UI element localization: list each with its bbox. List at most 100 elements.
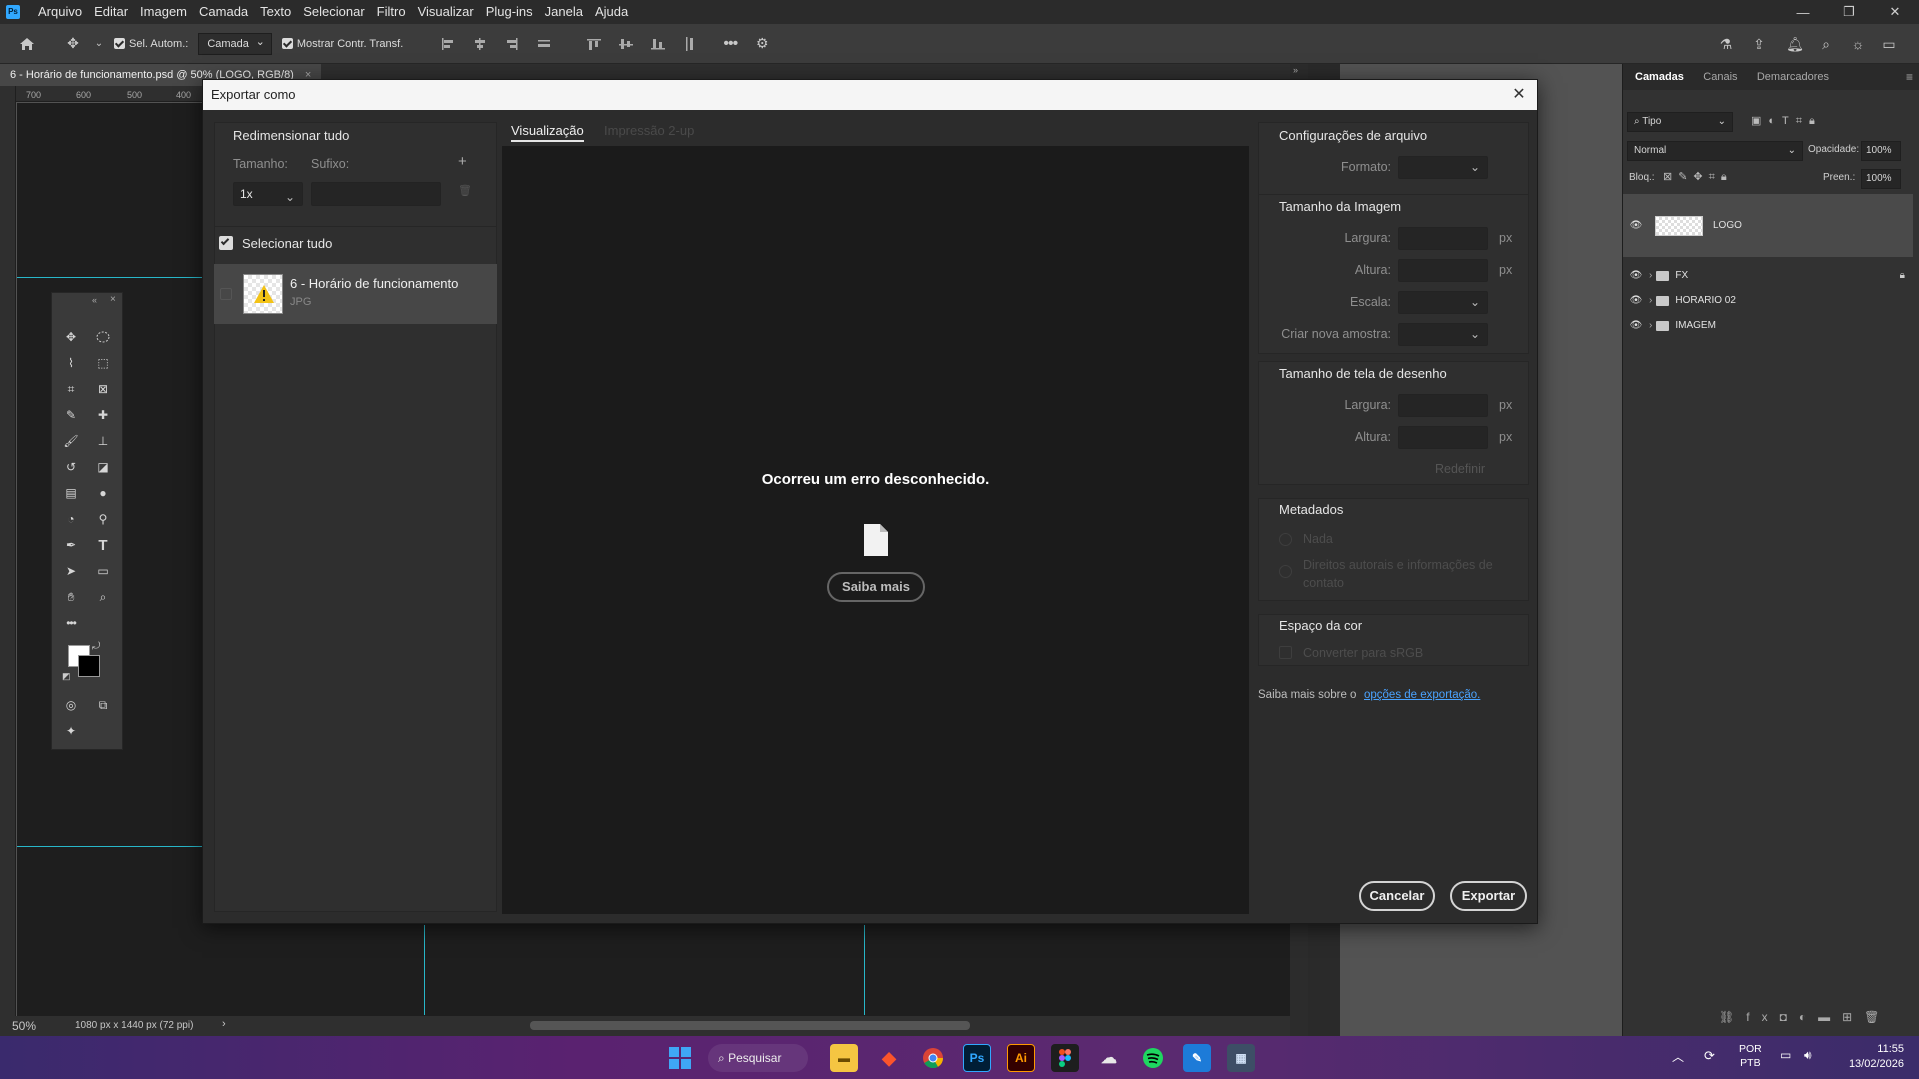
distribute-h-icon[interactable]: [533, 33, 555, 55]
menu-arquivo[interactable]: Arquivo: [32, 0, 88, 24]
healing-brush-icon[interactable]: ✚: [90, 403, 116, 427]
clock[interactable]: 11:55 13/02/2026: [1836, 1042, 1904, 1072]
brave-browser-icon[interactable]: ◆: [875, 1044, 903, 1072]
search-icon[interactable]: ⌕: [1815, 33, 1837, 55]
close-toolbar-icon[interactable]: ×: [110, 294, 116, 305]
blur-tool-icon[interactable]: ●: [90, 481, 116, 505]
canvas-height-input[interactable]: [1398, 426, 1488, 449]
reset-button[interactable]: Redefinir: [1435, 462, 1485, 476]
add-size-icon[interactable]: +: [458, 153, 467, 170]
zoom-tool-icon[interactable]: ⌕: [90, 585, 116, 609]
bell-icon[interactable]: 🔔︎: [1784, 33, 1806, 55]
layer-row[interactable]: 👁︎ › FX 🔒︎: [1623, 263, 1913, 288]
network-icon[interactable]: ▭: [1780, 1048, 1791, 1062]
canvas-width-input[interactable]: [1398, 394, 1488, 417]
menu-selecionar[interactable]: Selecionar: [297, 0, 370, 24]
move-tool-icon[interactable]: ✥: [58, 325, 84, 349]
move-tool-icon[interactable]: ✥: [62, 33, 84, 55]
menu-ajuda[interactable]: Ajuda: [589, 0, 634, 24]
language-indicator[interactable]: POR PTB: [1739, 1042, 1762, 1070]
flask-icon[interactable]: ⚗: [1715, 33, 1737, 55]
history-brush-icon[interactable]: ↺: [58, 455, 84, 479]
menu-filtro[interactable]: Filtro: [371, 0, 412, 24]
quick-mask-icon[interactable]: ◎: [58, 693, 84, 717]
align-middle-v-icon[interactable]: [615, 33, 637, 55]
asset-checkbox[interactable]: [220, 288, 232, 300]
close-icon[interactable]: ✕: [1509, 85, 1529, 105]
gradient-tool-icon[interactable]: ▤: [58, 481, 84, 505]
cloud-app-icon[interactable]: ☁: [1095, 1044, 1123, 1072]
metadata-none-radio[interactable]: [1279, 533, 1292, 546]
align-right-icon[interactable]: [501, 33, 523, 55]
auto-select-checkbox[interactable]: Sel. Autom.:: [114, 38, 188, 50]
opacity-input[interactable]: 100%: [1861, 141, 1901, 161]
visibility-eye-icon[interactable]: 👁︎: [1623, 295, 1649, 306]
eyedropper-icon[interactable]: ✎: [58, 403, 84, 427]
close-window-icon[interactable]: ✕: [1872, 0, 1918, 24]
layer-row[interactable]: 👁︎ LOGO: [1623, 213, 1913, 238]
resample-dropdown[interactable]: ⌄: [1398, 323, 1488, 346]
restore-icon[interactable]: ❐: [1826, 0, 1872, 24]
menu-visualizar[interactable]: Visualizar: [412, 0, 480, 24]
chrome-icon[interactable]: [919, 1044, 947, 1072]
tab-impressao-2up[interactable]: Impressão 2-up: [604, 123, 694, 138]
lock-icons[interactable]: ⊠✎✥⌗🔒︎: [1663, 170, 1733, 184]
tab-visualizacao[interactable]: Visualização: [511, 123, 584, 142]
layer-row[interactable]: 👁︎ › IMAGEM: [1623, 313, 1913, 338]
tray-chevron-up-icon[interactable]: ︿: [1672, 1048, 1684, 1065]
discover-icon[interactable]: ☼: [1847, 33, 1869, 55]
asset-row[interactable]: 6 - Horário de funcionamento JPG: [214, 264, 497, 324]
workspace-icon[interactable]: ▭: [1878, 33, 1900, 55]
more-options-icon[interactable]: •••: [719, 33, 741, 55]
layer-row[interactable]: 👁︎ › HORARIO 02: [1623, 288, 1913, 313]
ellipse-marquee-icon[interactable]: [90, 325, 116, 349]
settings-gear-icon[interactable]: ⚙: [751, 33, 773, 55]
align-center-h-icon[interactable]: [469, 33, 491, 55]
menu-plugins[interactable]: Plug-ins: [480, 0, 539, 24]
trash-icon[interactable]: 🗑︎: [458, 184, 472, 197]
convert-srgb-checkbox[interactable]: [1279, 646, 1292, 659]
spotify-icon[interactable]: [1139, 1044, 1167, 1072]
lasso-tool-icon[interactable]: ⌇: [58, 351, 84, 375]
zoom-level[interactable]: 50%: [12, 1019, 36, 1033]
expand-chevron-icon[interactable]: ›: [1649, 270, 1652, 281]
eraser-icon[interactable]: ◪: [90, 455, 116, 479]
layer-filter-icons[interactable]: ▣◐T⌗🔒︎: [1751, 114, 1822, 128]
export-button[interactable]: Exportar: [1450, 881, 1527, 911]
expand-chevron-icon[interactable]: ›: [1649, 295, 1652, 306]
visibility-eye-icon[interactable]: 👁︎: [1623, 270, 1649, 281]
calculator-icon[interactable]: ▦: [1227, 1044, 1255, 1072]
expand-chevron-icon[interactable]: ›: [1649, 320, 1652, 331]
stamp-tool-icon[interactable]: ⊥: [90, 429, 116, 453]
crop-tool-icon[interactable]: ⌗: [58, 377, 84, 401]
brush-tool-icon[interactable]: 🖌︎: [58, 429, 84, 453]
tool-app-icon[interactable]: ✎: [1183, 1044, 1211, 1072]
tab-camadas[interactable]: Camadas: [1627, 64, 1692, 90]
panel-menu-icon[interactable]: ≡: [1906, 70, 1913, 84]
volume-icon[interactable]: 🔊︎: [1804, 1048, 1812, 1063]
hand-tool-icon[interactable]: ✋︎: [58, 585, 84, 609]
blend-mode-dropdown[interactable]: Normal ⌄: [1627, 141, 1803, 161]
rectangle-tool-icon[interactable]: ▭: [90, 559, 116, 583]
format-dropdown[interactable]: ⌄: [1398, 156, 1488, 179]
menu-janela[interactable]: Janela: [539, 0, 589, 24]
type-tool-icon[interactable]: T: [90, 533, 116, 557]
screen-mode-icon[interactable]: ⧉: [90, 693, 116, 717]
visibility-eye-icon[interactable]: 👁︎: [1623, 320, 1649, 331]
status-chevron-icon[interactable]: ›: [222, 1018, 226, 1030]
scale-dropdown[interactable]: ⌄: [1398, 291, 1488, 314]
fill-input[interactable]: 100%: [1861, 169, 1901, 189]
auto-select-dropdown[interactable]: Camada: [198, 32, 272, 55]
figma-app-icon[interactable]: [1051, 1044, 1079, 1072]
metadata-copyright-radio[interactable]: [1279, 565, 1292, 578]
menu-imagem[interactable]: Imagem: [134, 0, 193, 24]
frame-tool-icon[interactable]: ⊠: [90, 377, 116, 401]
learn-more-button[interactable]: Saiba mais: [827, 572, 925, 602]
windows-start-icon[interactable]: [666, 1044, 694, 1072]
generative-icon[interactable]: ✦: [58, 719, 84, 743]
align-bottom-icon[interactable]: [647, 33, 669, 55]
tab-demarcadores[interactable]: Demarcadores: [1749, 64, 1837, 90]
tab-canais[interactable]: Canais: [1695, 64, 1745, 90]
share-icon[interactable]: ⇪: [1748, 33, 1770, 55]
edit-toolbar-icon[interactable]: •••: [58, 611, 84, 635]
